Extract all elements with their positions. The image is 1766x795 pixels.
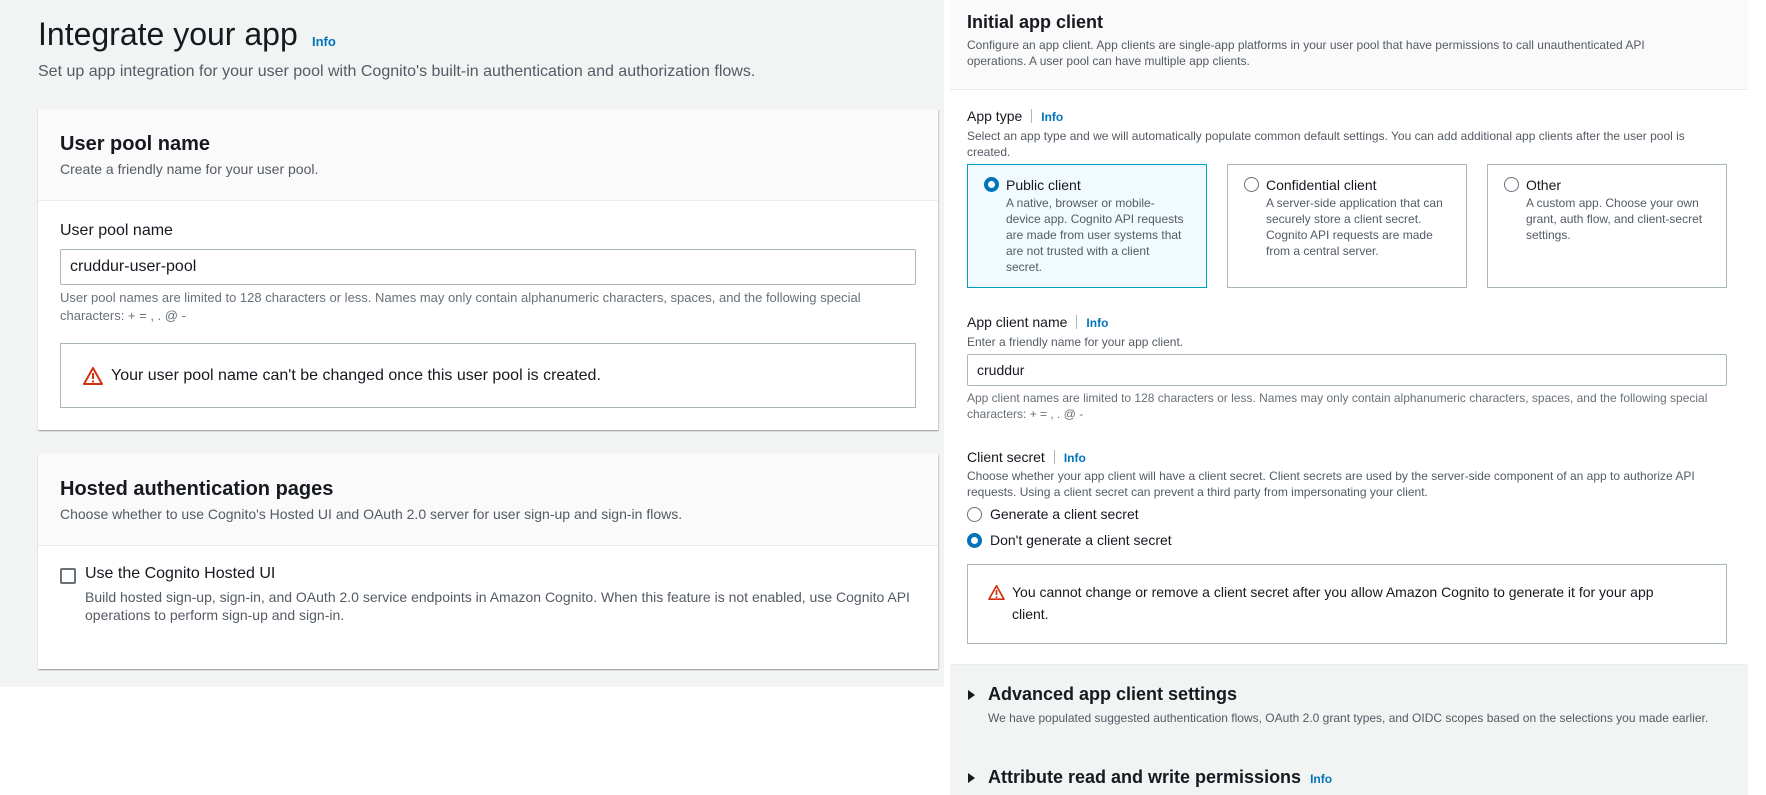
panel-description: Choose whether to use Cognito's Hosted U… <box>60 506 683 522</box>
hosted-ui-checkbox[interactable] <box>60 568 76 584</box>
warning-icon <box>988 585 1005 600</box>
desc-line: A server-side application that can <box>1266 196 1443 210</box>
attribute-permissions-expander[interactable]: Attribute read and write permissions Inf… <box>988 767 1332 788</box>
warning-icon <box>83 367 103 385</box>
panel-header: User pool name Create a friendly name fo… <box>38 109 938 201</box>
hint-line: characters: + = , . @ - <box>60 308 186 323</box>
hint-line: characters: + = , . @ - <box>967 407 1084 421</box>
attribute-permissions-info-link[interactable]: Info <box>1310 772 1332 786</box>
label-text: Client secret <box>967 449 1045 465</box>
panel-title: Hosted authentication pages <box>60 478 334 500</box>
initial-app-client-panel: Initial app client Configure an app clie… <box>950 0 1748 665</box>
page-info-link[interactable]: Info <box>312 34 336 49</box>
alert-text: You cannot change or remove a client sec… <box>1012 581 1654 625</box>
app-client-name-hint: Enter a friendly name for your app clien… <box>967 335 1184 349</box>
left-pane: Integrate your app Info Set up app integ… <box>0 0 944 687</box>
expander-label[interactable]: Attribute read and write permissions <box>988 767 1301 787</box>
label-separator <box>1076 315 1078 329</box>
advanced-settings-expander[interactable]: Advanced app client settings <box>988 684 1237 705</box>
panel-header: Hosted authentication pages Choose wheth… <box>38 454 938 546</box>
client-secret-alert: You cannot change or remove a client sec… <box>967 564 1727 644</box>
desc-line: from a central server. <box>1266 244 1379 258</box>
app-client-name-label: App client name Info <box>967 314 1108 330</box>
no-secret-label[interactable]: Don't generate a client secret <box>990 532 1172 548</box>
user-pool-name-label: User pool name <box>60 222 173 239</box>
expand-caret-icon[interactable] <box>968 690 975 700</box>
alert-text: Your user pool name can't be changed onc… <box>111 367 601 384</box>
desc-line: Build hosted sign-up, sign-in, and OAuth… <box>85 589 910 605</box>
hosted-auth-panel: Hosted authentication pages Choose wheth… <box>38 454 938 669</box>
panel-title: Initial app client <box>967 12 1104 32</box>
public-client-radio[interactable] <box>984 177 999 192</box>
client-secret-hint: Choose whether your app client will have… <box>967 468 1742 500</box>
tile-description: A native, browser or mobile- device app.… <box>1006 195 1183 275</box>
hint-line: Select an app type and we will automatic… <box>967 129 1685 143</box>
desc-line: operations to perform sign-up and sign-i… <box>85 607 345 623</box>
app-client-name-info-link[interactable]: Info <box>1086 316 1108 330</box>
hint-line: User pool names are limited to 128 chara… <box>60 290 861 305</box>
desc-line: A custom app. Choose your own <box>1526 196 1699 210</box>
app-type-info-link[interactable]: Info <box>1041 110 1063 124</box>
desc-line: are made from user systems that <box>1006 228 1182 242</box>
user-pool-name-alert: Your user pool name can't be changed onc… <box>60 343 916 408</box>
desc-line: operations. A user pool can have multipl… <box>967 54 1250 68</box>
label-text: App type <box>967 108 1023 124</box>
panel-description: Create a friendly name for your user poo… <box>60 161 319 177</box>
confidential-client-radio[interactable] <box>1244 177 1259 192</box>
hosted-ui-checkbox-label[interactable]: Use the Cognito Hosted UI <box>85 565 275 583</box>
user-pool-name-input[interactable] <box>60 249 916 285</box>
desc-line: secret. <box>1006 260 1043 274</box>
hint-line: requests. Using a client secret can prev… <box>967 485 1428 499</box>
tile-title: Confidential client <box>1266 177 1377 193</box>
desc-line: securely store a client secret. <box>1266 212 1422 226</box>
client-secret-label: Client secret Info <box>967 449 1086 465</box>
hint-line: App client names are limited to 128 char… <box>967 391 1708 405</box>
user-pool-name-panel: User pool name Create a friendly name fo… <box>38 109 938 430</box>
advanced-settings-description: We have populated suggested authenticati… <box>988 711 1709 725</box>
hosted-ui-description: Build hosted sign-up, sign-in, and OAuth… <box>85 588 925 624</box>
user-pool-name-hint: User pool names are limited to 128 chara… <box>60 289 920 325</box>
alert-line: client. <box>1012 606 1049 622</box>
label-text: App client name <box>967 314 1068 330</box>
scrollbar-gutter <box>1748 0 1766 795</box>
desc-line: Cognito API requests are made <box>1266 228 1433 242</box>
tile-title: Public client <box>1006 177 1081 193</box>
panel-description: Configure an app client. App clients are… <box>967 37 1737 69</box>
client-secret-info-link[interactable]: Info <box>1064 451 1086 465</box>
expand-caret-icon[interactable] <box>968 773 975 783</box>
app-type-public-client[interactable]: Public client A native, browser or mobil… <box>967 164 1207 288</box>
panel-title: User pool name <box>60 133 211 155</box>
generate-secret-label[interactable]: Generate a client secret <box>990 506 1139 522</box>
app-client-name-rules: App client names are limited to 128 char… <box>967 390 1742 422</box>
desc-line: are not trusted with a client <box>1006 244 1150 258</box>
tile-description: A custom app. Choose your own grant, aut… <box>1526 195 1702 243</box>
hint-line: created. <box>967 145 1011 159</box>
right-pane: Initial app client Configure an app clie… <box>950 0 1748 795</box>
desc-line: settings. <box>1526 228 1571 242</box>
label-separator <box>1031 109 1033 123</box>
label-separator <box>1053 450 1055 464</box>
panel-header: Initial app client Configure an app clie… <box>950 0 1748 90</box>
page-title: Integrate your app <box>38 16 298 52</box>
app-type-other[interactable]: Other A custom app. Choose your own gran… <box>1487 164 1727 288</box>
desc-line: A native, browser or mobile- <box>1006 196 1155 210</box>
app-type-label: App type Info <box>967 108 1063 124</box>
no-secret-radio[interactable] <box>967 533 982 548</box>
tile-description: A server-side application that can secur… <box>1266 195 1443 259</box>
desc-line: grant, auth flow, and client-secret <box>1526 212 1703 226</box>
desc-line: Configure an app client. App clients are… <box>967 38 1645 52</box>
app-client-name-input[interactable] <box>967 354 1727 386</box>
desc-line: device app. Cognito API requests <box>1006 212 1184 226</box>
page-description: Set up app integration for your user poo… <box>38 63 756 80</box>
generate-secret-radio[interactable] <box>967 507 982 522</box>
tile-title: Other <box>1526 177 1562 193</box>
app-type-hint: Select an app type and we will automatic… <box>967 128 1742 160</box>
alert-line: You cannot change or remove a client sec… <box>1012 584 1654 600</box>
app-type-confidential-client[interactable]: Confidential client A server-side applic… <box>1227 164 1467 288</box>
hint-line: Choose whether your app client will have… <box>967 469 1695 483</box>
other-radio[interactable] <box>1504 177 1519 192</box>
